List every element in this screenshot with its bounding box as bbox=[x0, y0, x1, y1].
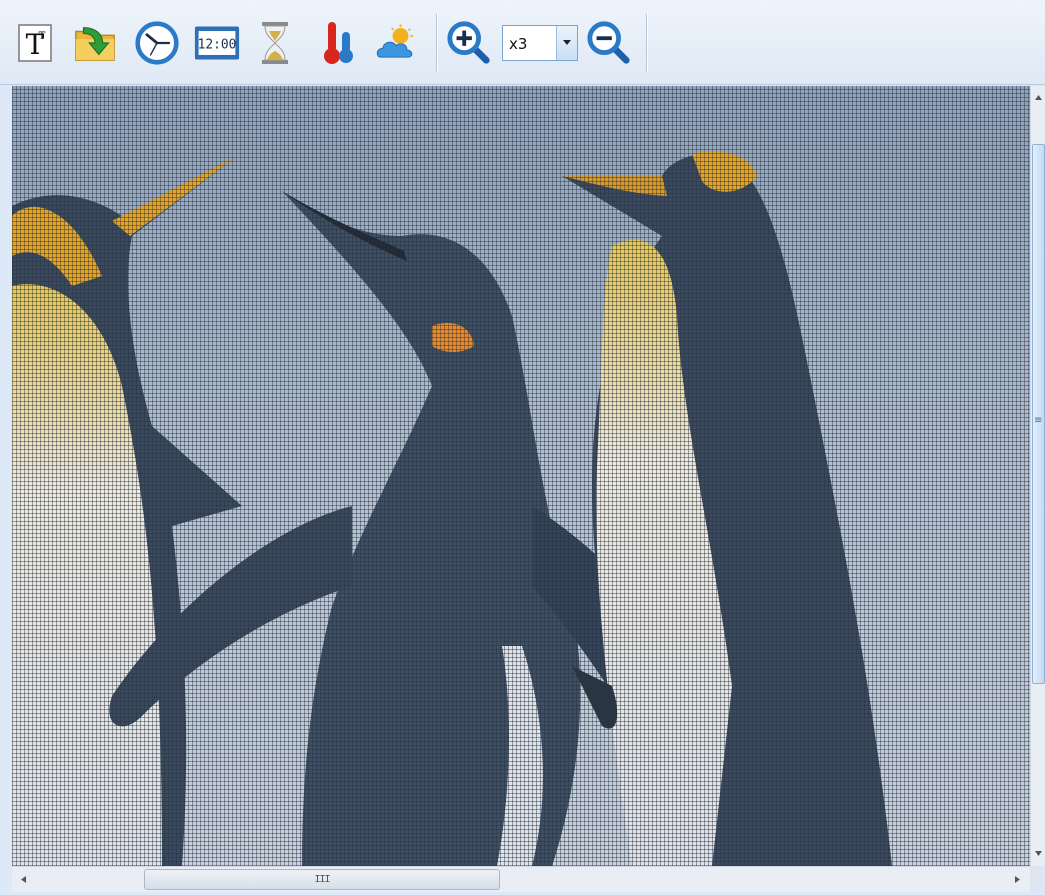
folder-arrow-icon bbox=[75, 27, 115, 61]
zoom-out-button[interactable] bbox=[586, 18, 632, 68]
vertical-scroll-thumb[interactable]: ≡ bbox=[1032, 144, 1045, 684]
zoom-dropdown-button[interactable] bbox=[556, 26, 577, 60]
arrow-down-icon bbox=[1034, 850, 1042, 856]
toolbar: T T 12:00 x3 bbox=[0, 0, 1045, 85]
horizontal-scrollbar[interactable]: III bbox=[12, 866, 1030, 892]
toolbar-separator bbox=[436, 14, 437, 72]
chevron-down-icon bbox=[563, 40, 571, 45]
zoom-level-value: x3 bbox=[509, 35, 528, 53]
text-T-icon: T T bbox=[18, 24, 52, 62]
digital-clock-text: 12:00 bbox=[198, 38, 237, 53]
scroll-right-button[interactable] bbox=[1010, 870, 1024, 888]
analog-clock-button[interactable] bbox=[134, 18, 180, 68]
analog-clock-icon bbox=[135, 21, 179, 65]
zoom-out-icon bbox=[587, 21, 630, 64]
digital-clock-button[interactable]: 12:00 bbox=[194, 18, 240, 68]
zoom-in-icon bbox=[447, 21, 490, 64]
vertical-grip: ≡ bbox=[1034, 415, 1043, 426]
temperature-button[interactable] bbox=[316, 18, 362, 68]
app-window: T T 12:00 x3 ≡ III bbox=[0, 0, 1045, 895]
toolbar-separator bbox=[646, 14, 647, 72]
scroll-up-button[interactable] bbox=[1031, 88, 1045, 106]
open-folder-button[interactable] bbox=[72, 18, 118, 68]
scroll-left-button[interactable] bbox=[16, 870, 30, 888]
scrollbar-corner bbox=[1030, 866, 1045, 892]
arrow-left-icon bbox=[20, 875, 26, 883]
horizontal-scroll-thumb[interactable]: III bbox=[144, 869, 500, 890]
timer-button[interactable] bbox=[252, 18, 298, 68]
horizontal-grip: III bbox=[314, 874, 330, 885]
svg-text:T: T bbox=[39, 31, 46, 42]
digital-clock-icon: 12:00 bbox=[194, 26, 240, 60]
text-tool-button[interactable]: T T bbox=[12, 18, 58, 68]
weather-cloud-sun-icon bbox=[376, 24, 413, 58]
hourglass-icon bbox=[262, 22, 288, 64]
image-viewport[interactable] bbox=[12, 86, 1030, 866]
zoom-level-select[interactable]: x3 bbox=[502, 25, 578, 61]
thermometer-icon bbox=[324, 22, 353, 64]
arrow-up-icon bbox=[1034, 94, 1042, 100]
penguins-image bbox=[12, 86, 1030, 866]
vertical-scrollbar[interactable]: ≡ bbox=[1030, 86, 1045, 866]
scroll-down-button[interactable] bbox=[1031, 844, 1045, 862]
weather-button[interactable] bbox=[374, 18, 420, 68]
arrow-right-icon bbox=[1014, 875, 1020, 883]
zoom-in-button[interactable] bbox=[446, 18, 492, 68]
